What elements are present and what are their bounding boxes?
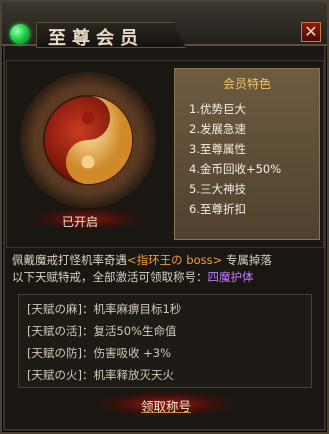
feature-item: 1.优势巨大 bbox=[189, 102, 246, 116]
vip-emblem bbox=[8, 66, 168, 226]
talent-item: [天赋の麻]：机率麻痹目标1秒 bbox=[27, 302, 182, 316]
talent-item: [天赋の火]：机率释放灭天火 bbox=[27, 368, 174, 382]
features-panel: 会员特色 1.优势巨大 2.发展急速 3.至尊属性 4.金币回收+50% 5.三… bbox=[174, 68, 320, 240]
close-button[interactable]: ✕ bbox=[301, 22, 321, 42]
talent-item: [天赋の活]：复活50%生命值 bbox=[27, 324, 177, 338]
feature-item: 5.三大神技 bbox=[189, 182, 246, 196]
feature-item: 6.至尊折扣 bbox=[189, 202, 246, 216]
activation-status: 已开启 bbox=[61, 215, 98, 229]
claim-title-button[interactable]: 领取称号 bbox=[126, 396, 206, 414]
description-part2: 专属掉落 bbox=[225, 253, 272, 267]
talent-item: [天赋の防]：伤害吸收 +3% bbox=[27, 346, 172, 360]
features-title: 会员特色 bbox=[222, 77, 271, 91]
title-name: 四魔护体 bbox=[207, 270, 254, 284]
feature-item: 4.金币回收+50% bbox=[189, 162, 282, 176]
description-part3: 以下天赋特戒，全部激活可领取称号： bbox=[12, 270, 208, 284]
vip-window: 至尊会员 ✕ 已开启 会员特色 1.优势巨大 2.发展急速 3.至尊属性 4.金… bbox=[0, 0, 329, 434]
talents-box: [天赋の麻]：机率麻痹目标1秒 [天赋の活]：复活50%生命值 [天赋の防]：伤… bbox=[18, 294, 312, 388]
feature-item: 3.至尊属性 bbox=[189, 142, 246, 156]
yin-yang-icon bbox=[42, 94, 134, 186]
feature-item: 2.发展急速 bbox=[189, 122, 246, 136]
status-orb-icon bbox=[10, 24, 30, 44]
window-title: 至尊会员 bbox=[48, 28, 144, 49]
boss-tag: <指环王の boss> bbox=[127, 253, 223, 267]
description-part1: 佩戴魔戒打怪机率奇遇 bbox=[12, 253, 127, 267]
description-text: 佩戴魔戒打怪机率奇遇<指环王の boss> 专属掉落 以下天赋特戒，全部激活可领… bbox=[12, 252, 324, 288]
